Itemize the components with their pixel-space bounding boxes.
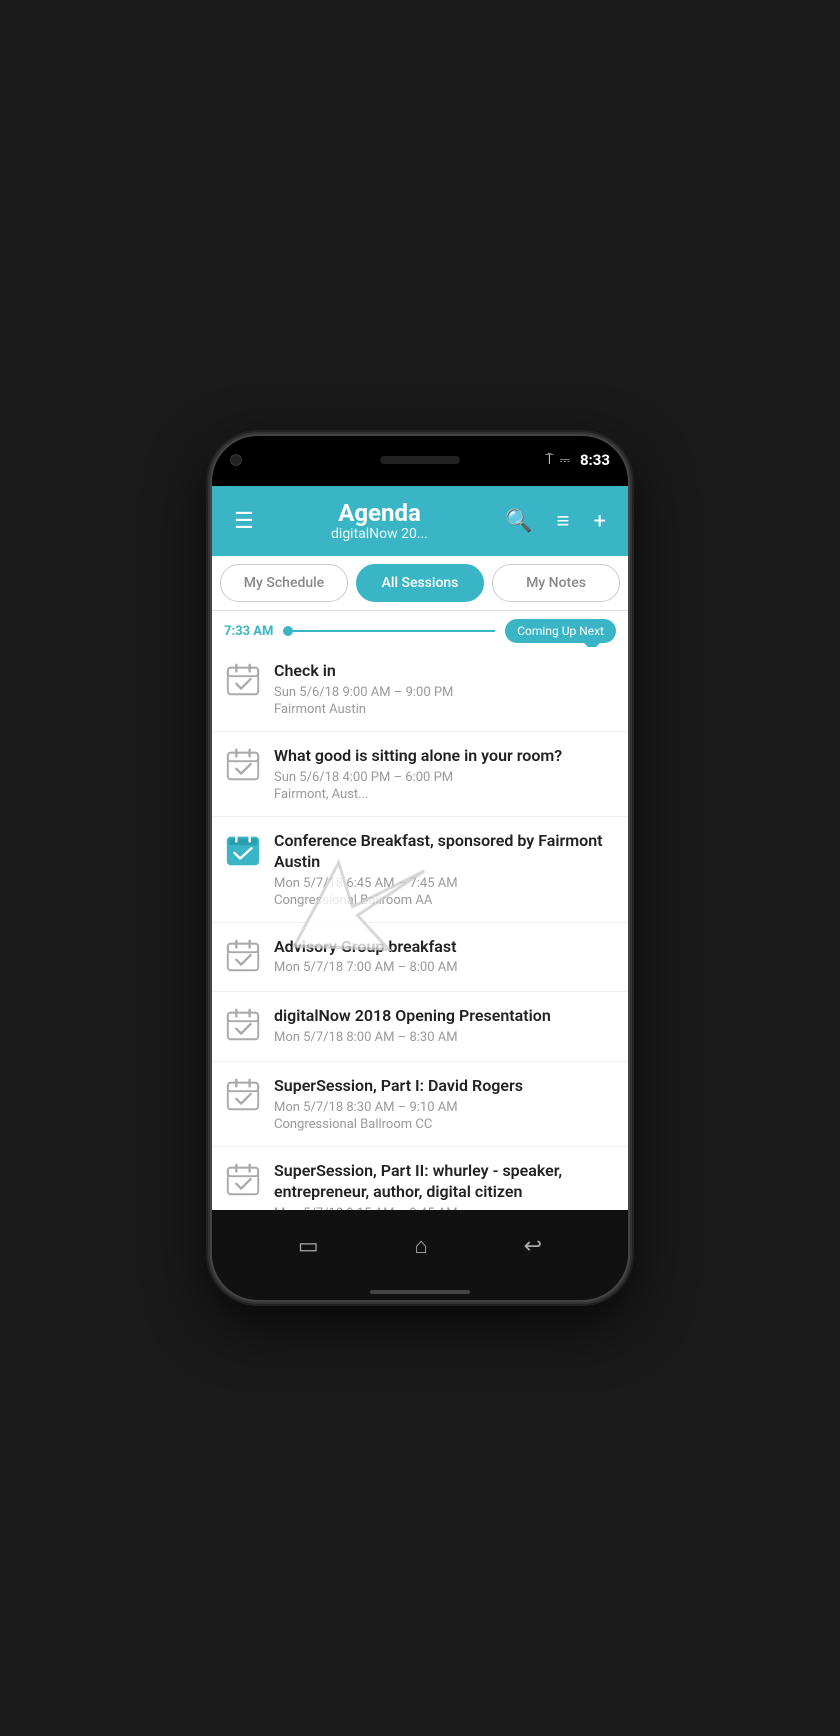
sessions-list[interactable]: Check in Sun 5/6/18 9:00 AM – 9:00 PM Fa… <box>210 647 630 1210</box>
phone-screen: ⍑ ⎓ 8:33 ☰ Agenda digitalNow 20... 🔍 ≡ +… <box>210 434 630 1302</box>
add-button[interactable]: + <box>586 505 614 538</box>
camera-icon <box>230 454 242 466</box>
search-button[interactable]: 🔍 <box>497 505 540 538</box>
session-location: Fairmont Austin <box>274 702 616 717</box>
tab-my-schedule[interactable]: My Schedule <box>220 564 348 602</box>
app-header: ☰ Agenda digitalNow 20... 🔍 ≡ + <box>210 486 630 556</box>
session-time: Mon 5/7/18 7:00 AM – 8:00 AM <box>274 960 616 975</box>
session-info: Conference Breakfast, sponsored by Fairm… <box>274 831 616 908</box>
session-title: Advisory Group breakfast <box>274 937 616 958</box>
session-info: Check in Sun 5/6/18 9:00 AM – 9:00 PM Fa… <box>274 661 616 717</box>
nav-bar: ▭ ⌂ ↩ <box>210 1210 630 1282</box>
header-title-group: Agenda digitalNow 20... <box>262 500 498 542</box>
session-title: SuperSession, Part I: David Rogers <box>274 1076 616 1097</box>
menu-button[interactable]: ☰ <box>226 505 262 538</box>
battery-icon: ⎓ <box>560 453 570 468</box>
session-title: What good is sitting alone in your room? <box>274 746 616 767</box>
session-time: Sun 5/6/18 9:00 AM – 9:00 PM <box>274 685 616 700</box>
status-bar: ⍑ ⎓ 8:33 <box>210 434 630 486</box>
session-info: digitalNow 2018 Opening Presentation Mon… <box>274 1006 616 1047</box>
time-progress-line <box>283 630 495 632</box>
calendar-icon <box>224 937 262 975</box>
tab-all-sessions[interactable]: All Sessions <box>356 564 484 602</box>
filter-button[interactable]: ≡ <box>549 504 578 538</box>
session-title: digitalNow 2018 Opening Presentation <box>274 1006 616 1027</box>
session-time: Mon 5/7/18 9:15 AM – 9:45 AM <box>274 1206 616 1210</box>
wifi-icon: ⍑ <box>545 452 553 468</box>
session-time: Mon 5/7/18 6:45 AM – 7:45 AM <box>274 876 616 891</box>
speaker-icon <box>380 456 460 464</box>
app-subtitle: digitalNow 20... <box>262 526 498 542</box>
calendar-icon <box>224 1006 262 1044</box>
time-dot <box>283 626 293 636</box>
current-time-label: 7:33 AM <box>224 624 273 639</box>
session-location: Congressional Ballroom AA <box>274 893 616 908</box>
session-info: SuperSession, Part I: David Rogers Mon 5… <box>274 1076 616 1132</box>
session-title: Conference Breakfast, sponsored by Fairm… <box>274 831 616 873</box>
list-item[interactable]: digitalNow 2018 Opening Presentation Mon… <box>210 992 630 1062</box>
list-item[interactable]: SuperSession, Part I: David Rogers Mon 5… <box>210 1062 630 1147</box>
tab-bar: My Schedule All Sessions My Notes <box>210 556 630 611</box>
recent-apps-button[interactable]: ▭ <box>290 1226 327 1267</box>
session-location: Fairmont, Aust... <box>274 787 616 802</box>
session-info: What good is sitting alone in your room?… <box>274 746 616 802</box>
header-icons-right: 🔍 ≡ + <box>497 504 614 538</box>
list-item[interactable]: SuperSession, Part II: whurley - speaker… <box>210 1147 630 1210</box>
coming-up-badge: Coming Up Next <box>505 619 616 643</box>
session-time: Mon 5/7/18 8:30 AM – 9:10 AM <box>274 1100 616 1115</box>
session-location: Congressional Ballroom CC <box>274 1117 616 1132</box>
list-item[interactable]: Advisory Group breakfast Mon 5/7/18 7:00… <box>210 923 630 993</box>
list-item[interactable]: What good is sitting alone in your room?… <box>210 732 630 817</box>
list-item[interactable]: Check in Sun 5/6/18 9:00 AM – 9:00 PM Fa… <box>210 647 630 732</box>
back-button[interactable]: ↩ <box>516 1226 550 1267</box>
bottom-bar <box>370 1290 470 1294</box>
session-time: Sun 5/6/18 4:00 PM – 6:00 PM <box>274 770 616 785</box>
session-title: SuperSession, Part II: whurley - speaker… <box>274 1161 616 1203</box>
status-icons: ⍑ ⎓ 8:33 <box>545 451 610 469</box>
bottom-indicator <box>210 1282 630 1302</box>
calendar-icon <box>224 746 262 784</box>
status-time: 8:33 <box>580 451 610 469</box>
session-title: Check in <box>274 661 616 682</box>
session-info: SuperSession, Part II: whurley - speaker… <box>274 1161 616 1210</box>
home-button[interactable]: ⌂ <box>407 1225 436 1267</box>
time-indicator: 7:33 AM Coming Up Next <box>210 611 630 647</box>
calendar-icon <box>224 1161 262 1199</box>
app-title: Agenda <box>262 500 498 526</box>
calendar-icon <box>224 661 262 699</box>
session-time: Mon 5/7/18 8:00 AM – 8:30 AM <box>274 1030 616 1045</box>
calendar-icon <box>224 1076 262 1114</box>
phone-frame: ⍑ ⎓ 8:33 ☰ Agenda digitalNow 20... 🔍 ≡ +… <box>210 434 630 1302</box>
calendar-checked-icon <box>224 831 262 869</box>
list-item[interactable]: Conference Breakfast, sponsored by Fairm… <box>210 817 630 923</box>
tab-my-notes[interactable]: My Notes <box>492 564 620 602</box>
session-info: Advisory Group breakfast Mon 5/7/18 7:00… <box>274 937 616 978</box>
